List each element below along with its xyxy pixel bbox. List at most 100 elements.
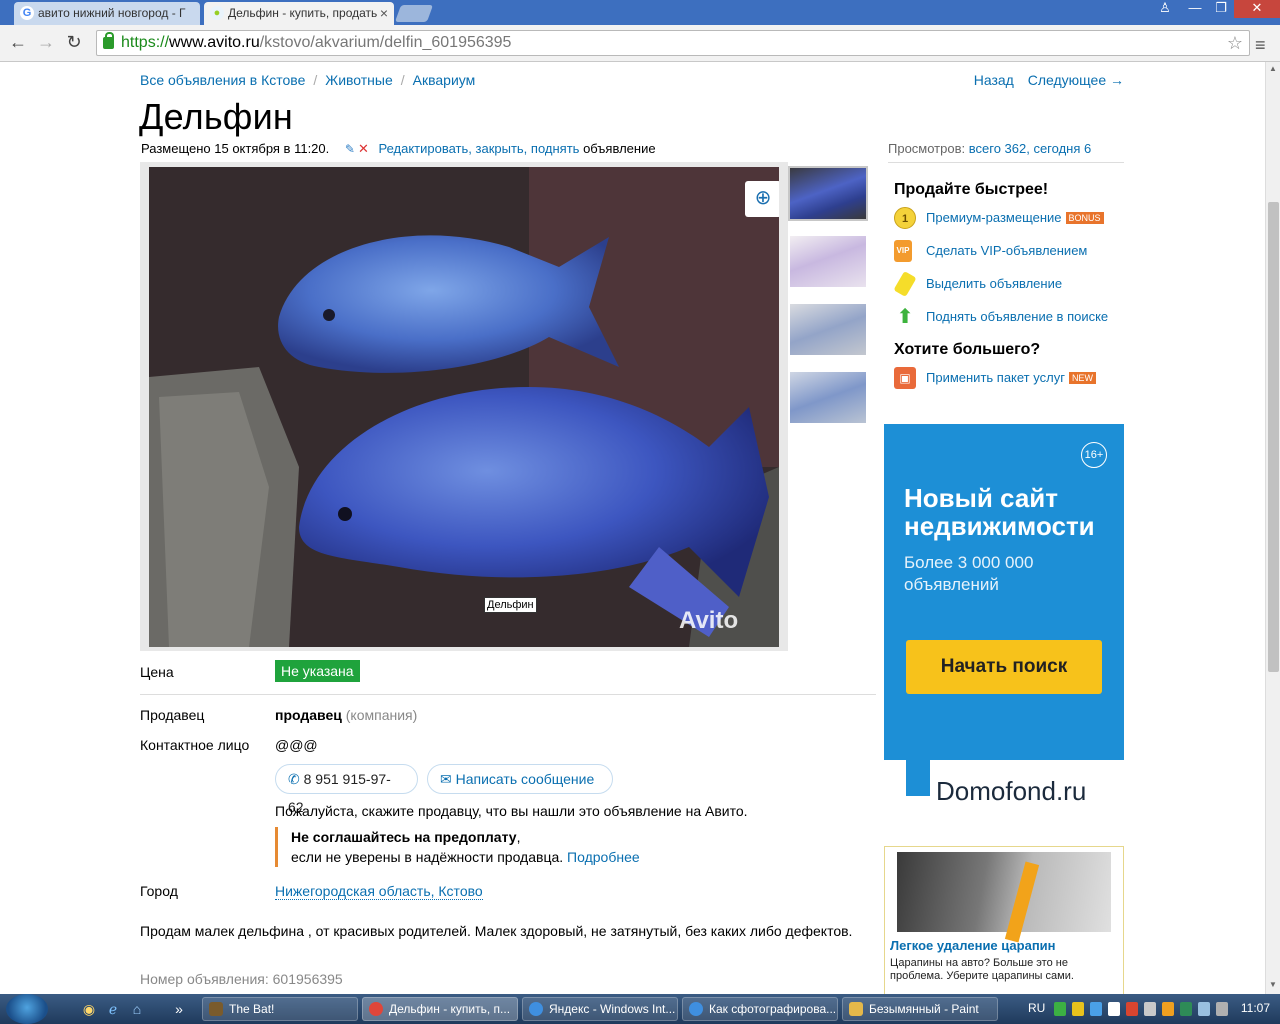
banner-brand: Domofond.ru [936,776,1087,806]
close-window-button[interactable]: ✕ [1234,0,1280,18]
scrollbar-thumb[interactable] [1268,202,1279,672]
price-badge: Не указана [275,660,360,682]
ie-icon[interactable]: ℯ [104,1000,122,1018]
tray-icon[interactable] [1126,1002,1138,1016]
next-link[interactable]: Следующее → [1028,72,1124,88]
maximize-button[interactable]: ❐ [1208,0,1234,18]
new-tab-button[interactable] [394,5,434,22]
taskbar-item[interactable]: Дельфин - купить, п... [362,997,518,1021]
warning-text: если не уверены в надёжности продавца. [291,849,564,865]
service-item-premium[interactable]: 1 Премиум-размещение BONUS [894,207,1124,240]
browser-tab-active[interactable]: ● Дельфин - купить, продать × [204,2,394,25]
service-item-package[interactable]: ▣ Применить пакет услуг NEW [894,367,1124,400]
warning-comma: , [516,829,521,845]
service-link[interactable]: Выделить объявление [926,276,1062,291]
service-link[interactable]: Сделать VIP-объявлением [926,243,1087,258]
back-link[interactable]: Назад [974,72,1014,88]
ad-text: Царапины на авто? Больше это не проблема… [890,957,1074,982]
page-scrollbar[interactable]: ▲ ▼ [1265,62,1280,994]
envelope-icon: ✉ [440,771,452,787]
posted-info: Размещено 15 октября в 11:20. ✎ ✕ Редакти… [141,141,656,157]
tray-icon[interactable] [1072,1002,1084,1016]
service-item-raise[interactable]: ⬆ Поднять объявление в поиске [894,306,1124,339]
start-button[interactable] [6,994,48,1024]
quicklaunch-more-icon[interactable]: » [170,1000,188,1018]
ie-icon [689,1002,703,1016]
more-info-link[interactable]: Подробнее [567,849,640,865]
breadcrumb-link[interactable]: Все объявления в Кстове [140,72,305,88]
url-scheme: https:// [121,34,170,51]
highlight-marker-icon [893,270,917,298]
breadcrumb-link[interactable]: Животные [325,72,393,88]
quicklaunch-icon[interactable]: ◉ [80,1000,98,1018]
start-search-button[interactable]: Начать поиск [906,640,1102,694]
city-label: Город [140,883,178,899]
network-icon[interactable] [1216,1002,1228,1016]
system-tray: RU 11:07 [1024,994,1280,1024]
bookmark-star-icon[interactable]: ☆ [1227,31,1243,55]
tray-icon[interactable] [1162,1002,1174,1016]
ad-image [897,852,1111,943]
paint-icon [849,1002,863,1016]
thumbnail-image[interactable] [788,234,868,289]
scroll-down-icon[interactable]: ▼ [1269,980,1277,989]
write-message-label: Написать сообщение [455,771,595,787]
chrome-icon [369,1002,383,1016]
thebat-icon [209,1002,223,1016]
zoom-icon[interactable]: ⊕ [745,181,779,217]
city-link[interactable]: Нижегородская область, Кстово [275,883,483,900]
tray-icon[interactable] [1108,1002,1120,1016]
taskbar-item[interactable]: Как сфотографирова... [682,997,838,1021]
service-item-highlight[interactable]: Выделить объявление [893,270,1124,306]
seller-type: (компания) [345,707,418,723]
tray-icon[interactable] [1090,1002,1102,1016]
clock[interactable]: 11:07 [1241,1001,1270,1015]
thumbnail-image[interactable] [788,370,868,425]
minimize-button[interactable]: — [1182,0,1208,18]
service-link[interactable]: Поднять объявление в поиске [926,309,1108,324]
address-bar[interactable]: https://www.avito.ru/kstovo/akvarium/del… [96,30,1250,56]
task-label: Дельфин - купить, п... [389,1002,511,1016]
back-arrow-icon[interactable]: ← [6,31,30,55]
scroll-up-icon[interactable]: ▲ [1269,64,1277,73]
main-photo[interactable]: ⊕ Avito Дельфин [149,167,779,647]
write-message-button[interactable]: ✉ Написать сообщение [427,764,613,794]
pencil-icon[interactable]: ✎ [345,142,355,156]
scratch-removal-ad[interactable]: Легкое удаление царапин Царапины на авто… [884,846,1124,994]
taskbar-item[interactable]: Яндекс - Windows Int... [522,997,678,1021]
quicklaunch-icon[interactable]: ⌂ [128,1000,146,1018]
edit-close-raise-link[interactable]: Редактировать, закрыть, поднять [378,141,579,156]
user-profile-icon[interactable]: ♙ [1152,0,1178,18]
domofond-banner[interactable]: 16+ Новый сайт недвижимости Более 3 000 … [884,424,1124,824]
service-link[interactable]: Премиум-размещение [926,210,1062,225]
lock-icon [103,32,114,49]
ad-title[interactable]: Легкое удаление царапин [890,938,1118,953]
forward-arrow-icon[interactable]: → [34,31,58,55]
thumbnail-image[interactable] [788,302,868,357]
breadcrumb: Все объявления в Кстове / Животные / Аквариу… [140,72,475,88]
menu-icon[interactable]: ≡ [1255,35,1266,56]
tab-close-icon[interactable]: × [380,2,388,24]
taskbar-item[interactable]: Безымянный - Paint [842,997,998,1021]
breadcrumb-link[interactable]: Аквариум [413,72,476,88]
service-link[interactable]: Применить пакет услуг [926,370,1065,385]
thumbnail-strip [788,166,870,438]
browser-tab[interactable]: G авито нижний новгород - Г [14,2,200,25]
reload-icon[interactable]: ↻ [62,31,86,55]
views-value-link[interactable]: всего 362, сегодня 6 [969,141,1091,156]
volume-icon[interactable] [1198,1002,1210,1016]
thumbnail-image[interactable] [788,166,868,221]
domofond-logo-icon [906,760,930,796]
phone-button[interactable]: ✆ 8 951 915-97-62 [275,764,418,815]
tab-title: авито нижний новгород - Г [38,6,186,20]
sell-faster-heading: Продайте быстрее! [894,181,1049,198]
service-item-vip[interactable]: VIP Сделать VIP-объявлением [894,240,1124,273]
tray-icon[interactable] [1180,1002,1192,1016]
taskbar-item[interactable]: The Bat! [202,997,358,1021]
banner-footer: Domofond.ru [884,760,1124,824]
tray-icon[interactable] [1054,1002,1066,1016]
language-indicator[interactable]: RU [1028,1001,1045,1015]
raise-arrow-icon: ⬆ [896,306,914,328]
tray-icon[interactable] [1144,1002,1156,1016]
delete-x-icon[interactable]: ✕ [358,141,369,156]
